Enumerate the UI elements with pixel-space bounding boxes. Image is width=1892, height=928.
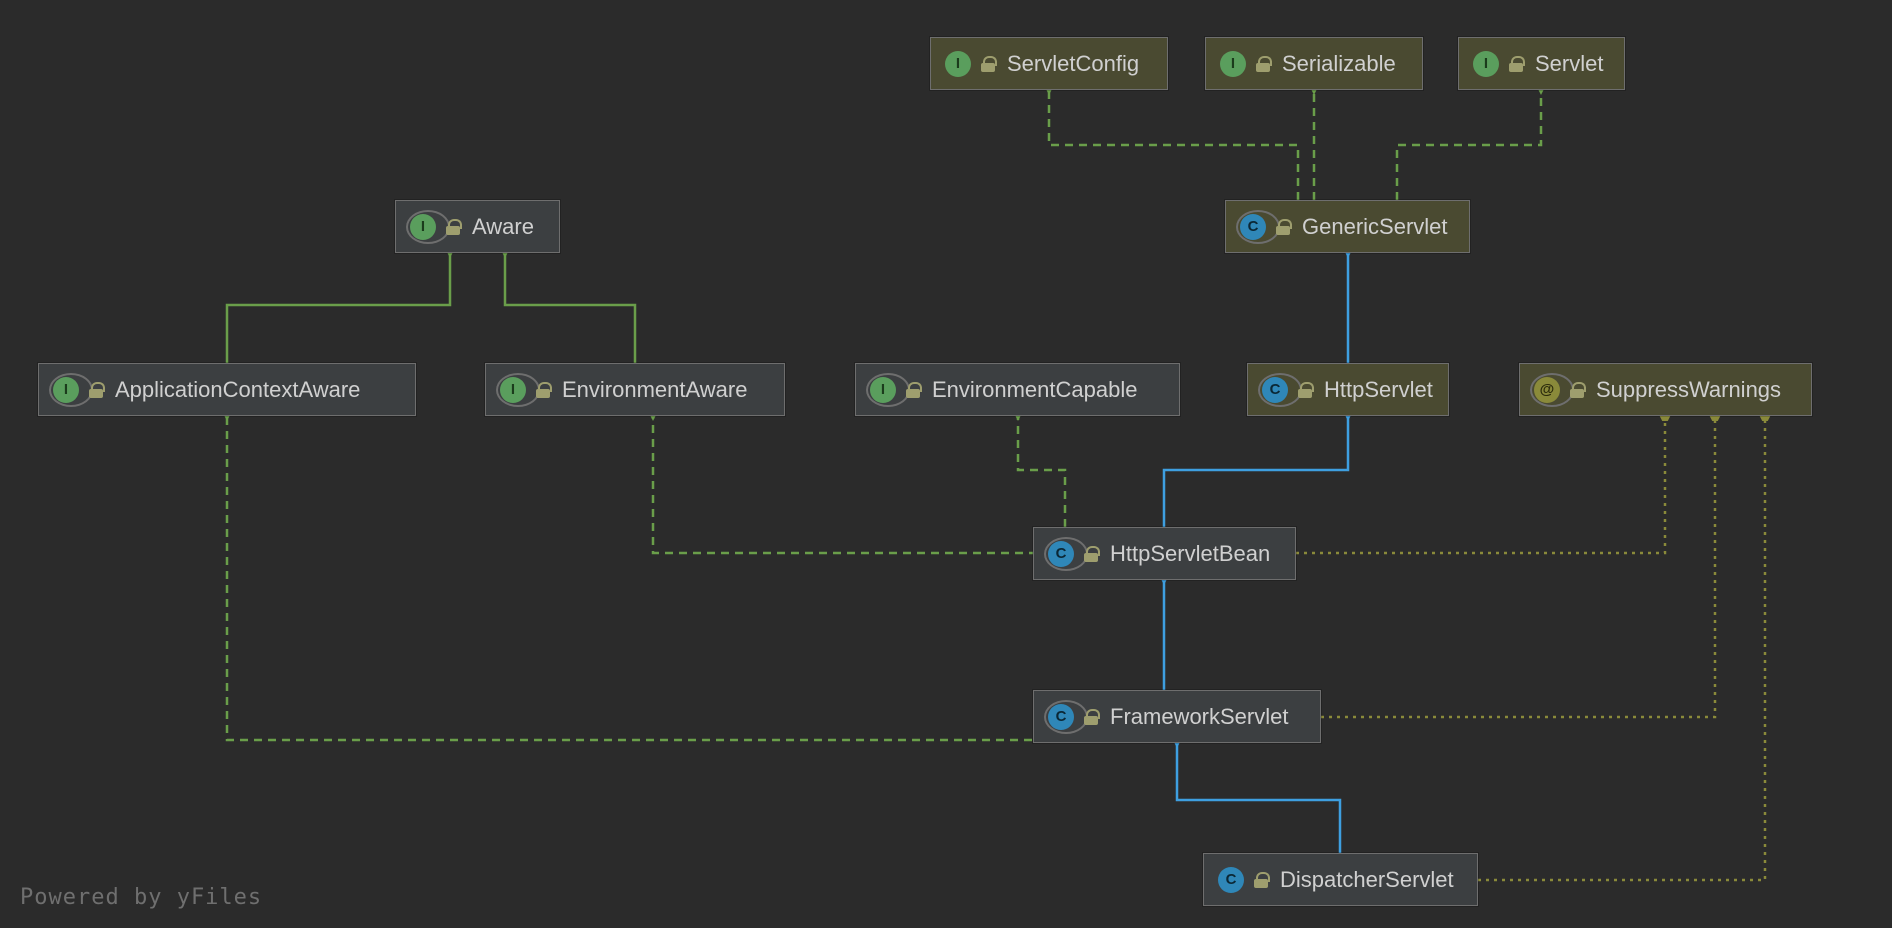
interface-badge-icon: I [1473,51,1499,77]
interface-badge-icon: I [1220,51,1246,77]
node-genericServlet[interactable]: C GenericServlet [1225,200,1470,253]
edge-dispatcherServlet-to-suppressWarnings [1478,416,1765,880]
node-label: EnvironmentCapable [932,377,1137,403]
node-dispatcherServlet[interactable]: C DispatcherServlet [1203,853,1478,906]
node-label: FrameworkServlet [1110,704,1288,730]
node-label: EnvironmentAware [562,377,747,403]
class-badge-icon: C [1240,214,1266,240]
edge-genericServlet-to-servletConfig [1049,90,1298,200]
node-label: ApplicationContextAware [115,377,360,403]
node-label: ServletConfig [1007,51,1139,77]
interface-badge-icon: I [945,51,971,77]
lock-icon [981,56,995,72]
node-servlet[interactable]: I Servlet [1458,37,1625,90]
node-envAware[interactable]: I EnvironmentAware [485,363,785,416]
interface-badge-icon: I [410,214,436,240]
lock-icon [1570,382,1584,398]
class-badge-icon: C [1218,867,1244,893]
edge-genericServlet-to-servlet [1397,90,1541,200]
node-frameworkServlet[interactable]: C FrameworkServlet [1033,690,1321,743]
node-label: Servlet [1535,51,1603,77]
node-suppressWarnings[interactable]: @ SuppressWarnings [1519,363,1812,416]
edges-layer [0,0,1892,928]
diagram-canvas: Powered by yFiles I ServletConfig I Seriali… [0,0,1892,928]
lock-icon [89,382,103,398]
edge-dispatcherServlet-to-frameworkServlet [1177,743,1340,853]
edge-envAware-to-aware [505,253,635,363]
lock-icon [446,219,460,235]
node-envCapable[interactable]: I EnvironmentCapable [855,363,1180,416]
class-badge-icon: C [1048,704,1074,730]
lock-icon [1084,709,1098,725]
node-serializable[interactable]: I Serializable [1205,37,1423,90]
edge-httpServletBean-to-envAware [653,416,1065,553]
node-httpServlet[interactable]: C HttpServlet [1247,363,1449,416]
class-badge-icon: C [1262,377,1288,403]
annot-badge-icon: @ [1534,377,1560,403]
lock-icon [1276,219,1290,235]
node-label: DispatcherServlet [1280,867,1454,893]
lock-icon [1254,872,1268,888]
node-aware[interactable]: I Aware [395,200,560,253]
node-label: HttpServletBean [1110,541,1270,567]
interface-badge-icon: I [870,377,896,403]
node-label: GenericServlet [1302,214,1448,240]
interface-badge-icon: I [500,377,526,403]
node-label: Serializable [1282,51,1396,77]
node-label: SuppressWarnings [1596,377,1781,403]
edge-httpServletBean-to-envCapable [1018,416,1065,527]
lock-icon [1509,56,1523,72]
lock-icon [1298,382,1312,398]
edge-httpServletBean-to-httpServlet [1164,416,1348,527]
edge-frameworkServlet-to-appCtxAware [227,416,1065,740]
footer-attribution: Powered by yFiles [20,885,262,910]
lock-icon [906,382,920,398]
interface-badge-icon: I [53,377,79,403]
node-label: Aware [472,214,534,240]
edge-frameworkServlet-to-suppressWarnings [1321,416,1715,717]
node-appCtxAware[interactable]: I ApplicationContextAware [38,363,416,416]
node-httpServletBean[interactable]: C HttpServletBean [1033,527,1296,580]
lock-icon [536,382,550,398]
edge-httpServletBean-to-suppressWarnings [1296,416,1665,553]
node-servletConfig[interactable]: I ServletConfig [930,37,1168,90]
lock-icon [1084,546,1098,562]
class-badge-icon: C [1048,541,1074,567]
node-label: HttpServlet [1324,377,1433,403]
lock-icon [1256,56,1270,72]
edge-appCtxAware-to-aware [227,253,450,363]
